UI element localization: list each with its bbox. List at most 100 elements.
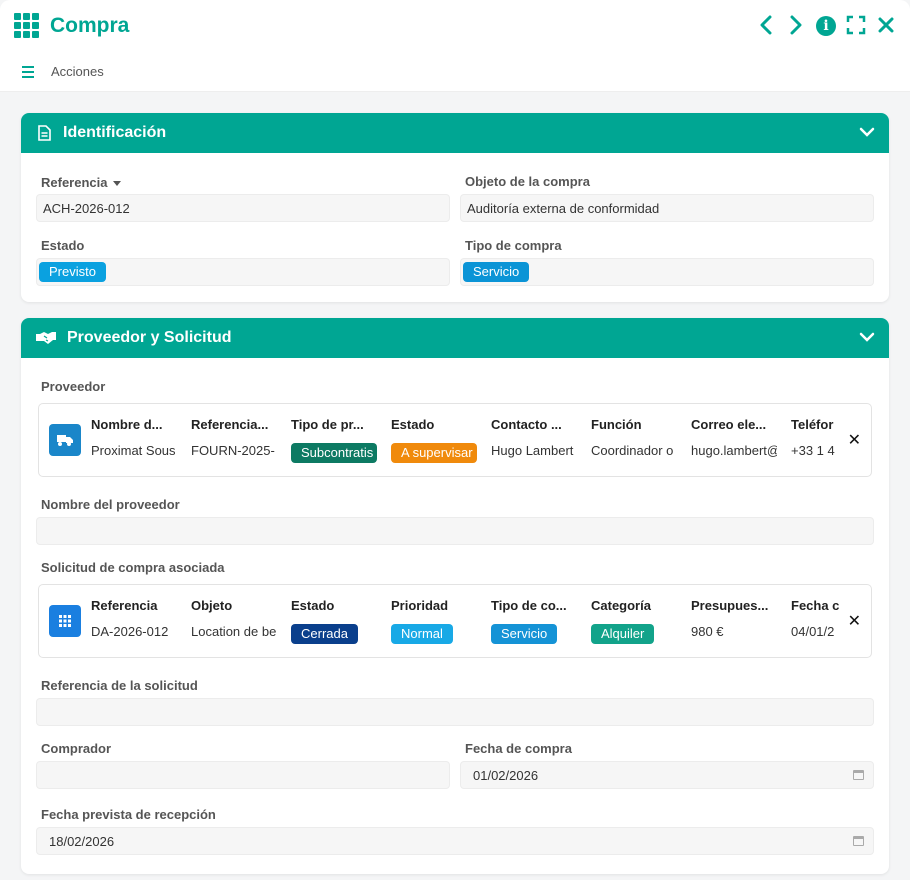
solicitud-column-header: Tipo de co... xyxy=(491,598,567,613)
fecha-compra-input[interactable]: 01/02/2026 xyxy=(460,761,874,789)
solicitud-reference-card[interactable]: Referencia DA-2026-012 Objeto Location de b… xyxy=(38,584,872,658)
fullscreen-icon[interactable] xyxy=(846,15,866,38)
close-icon[interactable] xyxy=(876,16,896,36)
proveedor-column: Teléfor +33 1 4 xyxy=(791,404,877,478)
solicitud-column-header: Referencia xyxy=(91,598,158,613)
solicitud-column-value: DA-2026-012 xyxy=(91,624,169,639)
ref-solicitud-input[interactable] xyxy=(36,698,874,726)
solicitud-label: Solicitud de compra asociada xyxy=(41,560,225,575)
chevron-down-icon[interactable] xyxy=(859,329,875,347)
estado-badge: Previsto xyxy=(39,262,106,282)
proveedor-column-header: Función xyxy=(591,417,642,432)
proveedor-title: Proveedor y Solicitud xyxy=(67,329,232,346)
grid-icon xyxy=(49,605,81,637)
comprador-label: Comprador xyxy=(41,741,112,756)
nombre-proveedor-label: Nombre del proveedor xyxy=(41,497,180,512)
nombre-proveedor-input[interactable] xyxy=(36,517,874,545)
calendar-icon[interactable] xyxy=(853,836,864,846)
remove-solicitud-icon[interactable]: ✕ xyxy=(848,611,861,631)
proveedor-column: Correo ele... hugo.lambert@ xyxy=(691,404,777,478)
document-icon xyxy=(35,125,53,141)
truck-icon xyxy=(49,424,81,456)
proveedor-header[interactable]: Proveedor y Solicitud xyxy=(21,318,889,358)
proveedor-column-value: +33 1 4 xyxy=(791,443,835,458)
comprador-input[interactable] xyxy=(36,761,450,789)
tipo-compra-field[interactable]: Servicio xyxy=(460,258,874,286)
fecha-compra-label: Fecha de compra xyxy=(465,741,572,756)
objeto-input[interactable]: Auditoría externa de conformidad xyxy=(460,194,874,222)
solicitud-column: Referencia DA-2026-012 xyxy=(91,585,177,659)
proveedor-column-header: Teléfor xyxy=(791,417,834,432)
fecha-recepcion-input[interactable]: 18/02/2026 xyxy=(36,827,874,855)
objeto-label: Objeto de la compra xyxy=(465,174,590,189)
proveedor-column-value: Proximat Sous xyxy=(91,443,176,458)
tipo-compra-badge: Servicio xyxy=(463,262,530,282)
solicitud-column: Categoría Alquiler xyxy=(591,585,677,659)
fecha-compra-value: 01/02/2026 xyxy=(473,767,539,783)
proveedor-column: Nombre d... Proximat Sous xyxy=(91,404,177,478)
proveedor-status-badge: Subcontratis xyxy=(291,443,377,463)
handshake-icon xyxy=(35,331,57,345)
solicitud-column-header: Fecha c xyxy=(791,598,840,613)
fecha-recepcion-label: Fecha prevista de recepción xyxy=(41,807,216,822)
actions-menu-button[interactable]: Acciones xyxy=(51,64,104,79)
proveedor-reference-card[interactable]: Nombre d... Proximat Sous Referencia... FOU… xyxy=(38,403,872,477)
proveedor-column: Función Coordinador o xyxy=(591,404,677,478)
page-title: Compra xyxy=(50,14,130,37)
estado-field[interactable]: Previsto xyxy=(36,258,450,286)
proveedor-column-header: Contacto ... xyxy=(491,417,562,432)
apps-grid-icon[interactable] xyxy=(14,13,40,39)
tipo-compra-label: Tipo de compra xyxy=(465,238,562,253)
proveedor-column-value: FOURN-2025- xyxy=(191,443,275,458)
proveedor-section: Proveedor y Solicitud Proveedor Nombre d… xyxy=(21,318,889,874)
info-icon[interactable]: i xyxy=(816,16,836,36)
proveedor-status-badge: A supervisar xyxy=(391,443,477,463)
proveedor-column: Referencia... FOURN-2025- xyxy=(191,404,277,478)
solicitud-column: Objeto Location de be xyxy=(191,585,277,659)
solicitud-column: Estado Cerrada xyxy=(291,585,377,659)
chevron-left-icon[interactable] xyxy=(756,15,776,38)
solicitud-status-badge: Normal xyxy=(391,624,453,644)
solicitud-column-value: 04/01/2 xyxy=(791,624,835,639)
chevron-down-icon[interactable] xyxy=(859,124,875,142)
estado-label: Estado xyxy=(41,238,85,253)
solicitud-column: Prioridad Normal xyxy=(391,585,477,659)
solicitud-status-badge: Alquiler xyxy=(591,624,655,644)
solicitud-column-header: Presupues... xyxy=(691,598,769,613)
proveedor-column: Contacto ... Hugo Lambert xyxy=(491,404,577,478)
solicitud-column-header: Estado xyxy=(291,598,335,613)
proveedor-label: Proveedor xyxy=(41,379,106,394)
proveedor-column-header: Correo ele... xyxy=(691,417,767,432)
chevron-right-icon[interactable] xyxy=(786,15,806,38)
calendar-icon[interactable] xyxy=(853,770,864,780)
proveedor-column-header: Nombre d... xyxy=(91,417,163,432)
solicitud-column-value: Location de be xyxy=(191,624,277,639)
solicitud-status-badge: Cerrada xyxy=(291,624,358,644)
identificacion-title: Identificación xyxy=(63,124,167,141)
caret-down-icon[interactable] xyxy=(113,180,122,186)
solicitud-column-header: Objeto xyxy=(191,598,233,613)
proveedor-column: Tipo de pr... Subcontratis xyxy=(291,404,377,478)
identificacion-header[interactable]: Identificación xyxy=(21,113,889,153)
proveedor-column-value: Hugo Lambert xyxy=(491,443,574,458)
identificacion-section: Identificación Referencia ACH-2026-012 O… xyxy=(21,113,889,302)
proveedor-column-header: Referencia... xyxy=(191,417,269,432)
purchase-window: Compra i Acciones Identificación Referen… xyxy=(0,0,910,880)
proveedor-column-value: hugo.lambert@ xyxy=(691,443,777,458)
solicitud-column-value: 980 € xyxy=(691,624,724,639)
solicitud-column: Presupues... 980 € xyxy=(691,585,777,659)
proveedor-column: Estado A supervisar xyxy=(391,404,477,478)
proveedor-column-header: Tipo de pr... xyxy=(291,417,364,432)
remove-proveedor-icon[interactable]: ✕ xyxy=(848,430,861,450)
title-bar: Compra i xyxy=(0,0,910,52)
menu-icon[interactable] xyxy=(22,65,34,78)
proveedor-column-value: Coordinador o xyxy=(591,443,674,458)
proveedor-column-header: Estado xyxy=(391,417,435,432)
referencia-input[interactable]: ACH-2026-012 xyxy=(36,194,450,222)
actions-bar: Acciones xyxy=(0,52,910,92)
solicitud-column-header: Categoría xyxy=(591,598,651,613)
solicitud-column: Tipo de co... Servicio xyxy=(491,585,577,659)
referencia-label[interactable]: Referencia xyxy=(41,174,122,190)
fecha-recepcion-value: 18/02/2026 xyxy=(49,833,115,849)
solicitud-column-header: Prioridad xyxy=(391,598,449,613)
